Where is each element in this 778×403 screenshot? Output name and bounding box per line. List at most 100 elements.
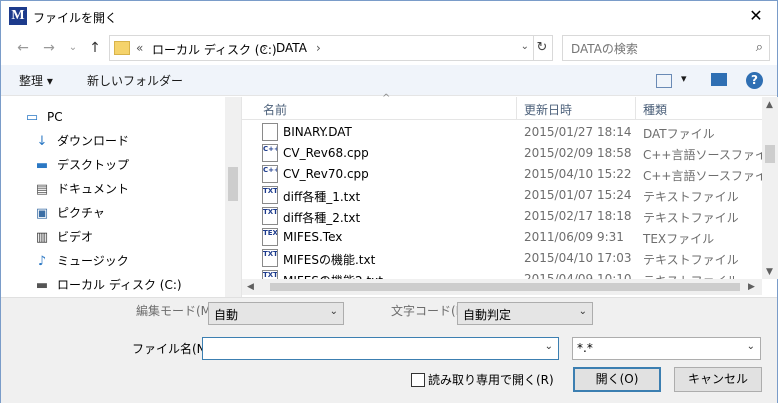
close-button[interactable]: ✕ bbox=[743, 5, 769, 27]
folder-icon bbox=[114, 41, 130, 55]
file-type: テキストファイル bbox=[643, 211, 739, 225]
scroll-up-icon[interactable]: ▲ bbox=[766, 100, 773, 110]
charcode-select[interactable]: 自動判定 ⌄ bbox=[457, 302, 593, 325]
open-button[interactable]: 開く(O) bbox=[573, 367, 661, 392]
sidebar-item-label: ドキュメント bbox=[57, 182, 130, 196]
search-input[interactable] bbox=[569, 38, 743, 60]
file-date: 2015/02/09 18:58 bbox=[524, 146, 632, 160]
mifes-file-icon: TXT bbox=[262, 249, 278, 267]
view-dropdown-button[interactable]: ▾ bbox=[681, 72, 687, 85]
file-row[interactable]: C++ CV_Rev68.cpp 2015/02/09 18:58 C++言語ソースフ… bbox=[242, 142, 762, 163]
scroll-down-icon[interactable]: ▼ bbox=[766, 267, 773, 277]
search-icon: ⌕ bbox=[755, 40, 763, 55]
breadcrumb-overflow[interactable]: « bbox=[136, 41, 143, 55]
sidebar-item-local-disk[interactable]: ▬ ローカル ディスク (C:) bbox=[33, 274, 182, 296]
file-open-dialog: M ファイルを開く ✕ ← → ⌄ ↑ « ローカル ディスク (C:) › D… bbox=[0, 0, 778, 403]
file-row[interactable]: TXT MIFESの機能.txt 2015/04/10 17:03 テキストファイル bbox=[242, 247, 762, 268]
sidebar-item-music[interactable]: ♪ ミュージック bbox=[33, 250, 129, 272]
search-box[interactable]: ⌕ bbox=[562, 35, 770, 61]
file-row[interactable]: TXT diff各種_2.txt 2015/02/17 18:18 テキストファイル bbox=[242, 205, 762, 226]
scroll-left-icon[interactable]: ◀ bbox=[247, 282, 254, 292]
generic-file-icon bbox=[262, 123, 278, 141]
pc-icon: ▭ bbox=[25, 110, 39, 125]
disk-icon: ▬ bbox=[35, 278, 49, 293]
sidebar-item-pc[interactable]: ▭ PC bbox=[23, 106, 63, 128]
file-row[interactable]: BINARY.DAT 2015/01/27 18:14 DATファイル bbox=[242, 121, 762, 142]
file-type: テキストファイル bbox=[643, 272, 739, 279]
file-name: diff各種_2.txt bbox=[283, 211, 361, 225]
file-date: 2015/01/07 15:24 bbox=[524, 188, 632, 202]
breadcrumb-local-disk[interactable]: ローカル ディスク (C:) bbox=[152, 41, 277, 58]
file-row[interactable]: TXT diff各種_1.txt 2015/01/07 15:24 テキストファイル bbox=[242, 184, 762, 205]
file-row[interactable]: TEX MIFES.Tex 2011/06/09 9:31 TEXファイル bbox=[242, 226, 762, 247]
desktop-icon: ▬ bbox=[35, 158, 49, 173]
file-name: BINARY.DAT bbox=[283, 125, 352, 139]
help-icon[interactable]: ? bbox=[746, 72, 763, 89]
sidebar-item-downloads[interactable]: ↓ ダウンロード bbox=[33, 130, 129, 152]
sidebar-item-label: ダウンロード bbox=[57, 134, 130, 148]
file-row[interactable]: TXT MIFESの機能2.txt 2015/04/09 10:10 テキストファイル bbox=[242, 268, 762, 279]
address-bar[interactable]: « ローカル ディスク (C:) › DATA › ⌄ bbox=[109, 35, 534, 61]
edit-mode-label: 編集モード(M) bbox=[136, 304, 216, 318]
mifes-file-icon: TXT bbox=[262, 207, 278, 225]
download-icon: ↓ bbox=[36, 134, 48, 149]
sidebar-item-pictures[interactable]: ▣ ピクチャ bbox=[33, 202, 105, 224]
breadcrumb-separator[interactable]: › bbox=[262, 41, 267, 55]
sidebar-item-label: ローカル ディスク (C:) bbox=[57, 278, 182, 292]
file-type: テキストファイル bbox=[643, 190, 739, 204]
readonly-checkbox[interactable] bbox=[411, 373, 425, 387]
edit-mode-value: 自動 bbox=[214, 308, 239, 322]
view-options-icon[interactable] bbox=[656, 74, 672, 88]
file-list-horizontal-scrollbar[interactable]: ◀ ▶ bbox=[242, 279, 762, 295]
readonly-checkbox-label[interactable]: 読み取り専用で開く(R) bbox=[428, 371, 554, 388]
picture-icon: ▣ bbox=[35, 206, 49, 221]
forward-button[interactable]: → bbox=[39, 38, 59, 58]
file-date: 2015/02/17 18:18 bbox=[524, 209, 632, 223]
sidebar-item-label: ミュージック bbox=[57, 254, 129, 268]
sidebar-item-label: デスクトップ bbox=[57, 158, 130, 172]
chevron-down-icon: ⌄ bbox=[578, 306, 587, 317]
sidebar-item-desktop[interactable]: ▬ デスクトップ bbox=[33, 154, 129, 176]
recent-locations-button[interactable]: ⌄ bbox=[63, 38, 83, 58]
sidebar-item-documents[interactable]: ▤ ドキュメント bbox=[33, 178, 129, 200]
chevron-down-icon[interactable]: ⌄ bbox=[545, 341, 553, 352]
scrollbar-thumb[interactable] bbox=[270, 283, 740, 291]
file-list-vertical-scrollbar[interactable]: ▲ ▼ bbox=[762, 97, 778, 279]
scroll-right-icon[interactable]: ▶ bbox=[748, 282, 755, 292]
breadcrumb-data[interactable]: DATA bbox=[276, 41, 307, 55]
file-name: CV_Rev68.cpp bbox=[283, 146, 369, 160]
new-folder-button[interactable]: 新しいフォルダー bbox=[87, 72, 183, 89]
charcode-value: 自動判定 bbox=[463, 308, 512, 322]
refresh-button[interactable]: ↻ bbox=[532, 35, 553, 61]
window-title: ファイルを開く bbox=[33, 11, 118, 25]
mifes-file-icon: C++ bbox=[262, 165, 278, 183]
back-button[interactable]: ← bbox=[13, 38, 33, 58]
sidebar-item-label: ビデオ bbox=[57, 230, 94, 244]
preview-pane-icon[interactable] bbox=[711, 73, 727, 86]
file-date: 2015/04/10 17:03 bbox=[524, 251, 632, 265]
up-button[interactable]: ↑ bbox=[85, 38, 105, 58]
app-icon: M bbox=[9, 7, 27, 25]
file-type: DATファイル bbox=[643, 127, 715, 141]
navigation-bar: ← → ⌄ ↑ « ローカル ディスク (C:) › DATA › ⌄ ↻ ⌕ bbox=[1, 35, 777, 61]
sidebar-item-videos[interactable]: ▥ ビデオ bbox=[33, 226, 93, 248]
mifes-file-icon: TEX bbox=[262, 228, 278, 246]
organize-button[interactable]: 整理 ▾ bbox=[19, 72, 53, 89]
chevron-down-icon[interactable]: ⌄ bbox=[521, 41, 529, 52]
file-type-filter[interactable]: *.* ⌄ bbox=[572, 337, 761, 360]
scrollbar-thumb[interactable] bbox=[228, 167, 238, 201]
scrollbar-thumb[interactable] bbox=[765, 145, 775, 163]
breadcrumb-separator[interactable]: › bbox=[316, 41, 321, 55]
dialog-options-panel: 編集モード(M) 自動 ⌄ 文字コード(P) 自動判定 ⌄ ファイル名(N): … bbox=[1, 297, 777, 403]
file-row[interactable]: C++ CV_Rev70.cpp 2015/04/10 15:22 C++言語ソースフ… bbox=[242, 163, 762, 184]
file-name: diff各種_1.txt bbox=[283, 190, 361, 204]
edit-mode-select[interactable]: 自動 ⌄ bbox=[208, 302, 344, 325]
filename-input[interactable]: ⌄ bbox=[202, 337, 559, 360]
file-name: MIFESの機能2.txt bbox=[283, 272, 383, 279]
sidebar-scrollbar[interactable] bbox=[225, 97, 241, 297]
command-toolbar: 整理 ▾ 新しいフォルダー ▾ ? bbox=[1, 65, 777, 96]
file-date: 2015/04/10 15:22 bbox=[524, 167, 632, 181]
navigation-pane: ▭ PC ↓ ダウンロード ▬ デスクトップ ▤ ドキュメント ▣ ピクチャ ▥ ビデオ ♪… bbox=[1, 97, 242, 297]
file-type: C++言語ソースファイル bbox=[643, 148, 762, 162]
cancel-button[interactable]: キャンセル bbox=[674, 367, 762, 392]
